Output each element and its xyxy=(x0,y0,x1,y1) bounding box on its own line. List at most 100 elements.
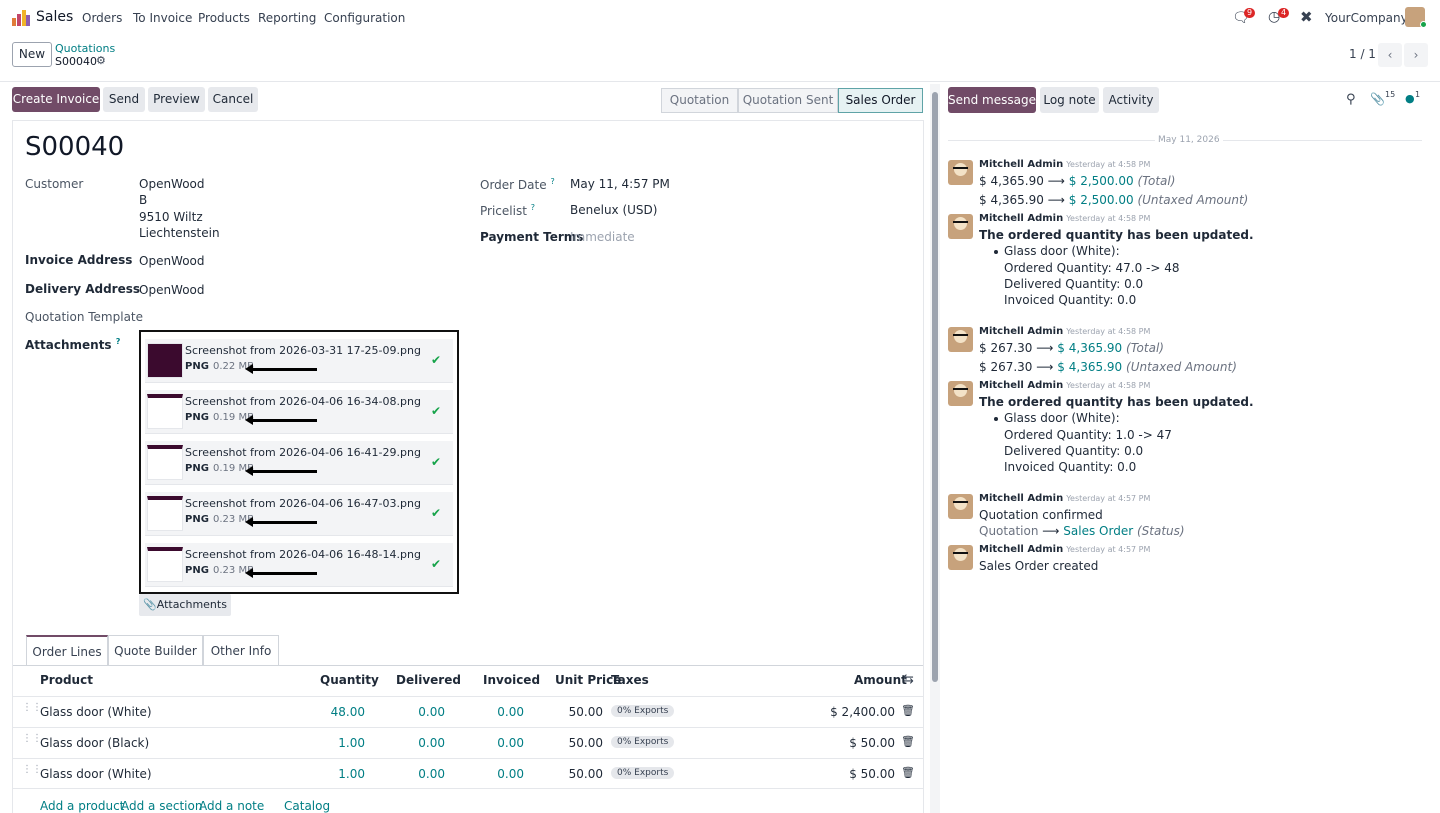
search-icon[interactable]: ⚲ xyxy=(1346,92,1356,107)
menu-to-invoice[interactable]: To Invoice xyxy=(133,11,192,25)
status-sales-order[interactable]: Sales Order xyxy=(838,88,923,113)
drag-handle-icon[interactable]: ⋮⋮ xyxy=(22,765,42,780)
pager-previous-button[interactable]: ‹ xyxy=(1378,43,1402,67)
menu-configuration[interactable]: Configuration xyxy=(324,11,405,25)
paperclip-icon[interactable]: 📎 xyxy=(1370,92,1385,106)
gear-icon[interactable]: ⚙ xyxy=(96,54,106,67)
tab-other-info[interactable]: Other Info xyxy=(203,635,279,665)
delivered-cell[interactable]: 0.00 xyxy=(393,736,445,750)
invoiced-cell[interactable]: 0.00 xyxy=(472,767,524,781)
invoiced-cell[interactable]: 0.00 xyxy=(472,705,524,719)
payment-terms-field[interactable]: Immediate xyxy=(570,230,635,244)
company-switcher[interactable]: YourCompany xyxy=(1325,11,1408,25)
column-header-quantity[interactable]: Quantity xyxy=(320,673,379,687)
unit-price-cell[interactable]: 50.00 xyxy=(551,736,603,750)
table-row[interactable]: ⋮⋮ Glass door (White) 1.00 0.00 0.00 50.… xyxy=(13,758,923,789)
message-author[interactable]: Mitchell Admin Yesterday at 4:58 PM xyxy=(979,213,1150,224)
create-invoice-button[interactable]: Create Invoice xyxy=(12,87,100,112)
unit-price-cell[interactable]: 50.00 xyxy=(551,767,603,781)
column-header-product[interactable]: Product xyxy=(40,673,93,687)
invoiced-cell[interactable]: 0.00 xyxy=(472,736,524,750)
quantity-cell[interactable]: 48.00 xyxy=(313,705,365,719)
trash-icon[interactable]: 🗑 xyxy=(901,704,915,717)
avatar[interactable] xyxy=(948,494,973,519)
send-message-button[interactable]: Send message xyxy=(948,87,1036,113)
drag-handle-icon[interactable]: ⋮⋮ xyxy=(22,734,42,749)
drag-handle-icon[interactable]: ⋮⋮ xyxy=(22,703,42,718)
activity-button[interactable]: Activity xyxy=(1103,87,1159,113)
table-row[interactable]: ⋮⋮ Glass door (White) 48.00 0.00 0.00 50… xyxy=(13,696,923,727)
scrollbar-thumb[interactable] xyxy=(932,92,938,682)
table-row[interactable]: ⋮⋮ Glass door (Black) 1.00 0.00 0.00 50.… xyxy=(13,727,923,758)
message-author[interactable]: Mitchell Admin Yesterday at 4:58 PM xyxy=(979,326,1150,337)
delivered-cell[interactable]: 0.00 xyxy=(393,767,445,781)
tab-quote-builder[interactable]: Quote Builder xyxy=(108,635,203,665)
add-note-link[interactable]: Add a note xyxy=(199,799,264,813)
add-section-link[interactable]: Add a section xyxy=(121,799,202,813)
attachment-item[interactable]: Screenshot from 2026-03-31 17-25-09.png … xyxy=(145,339,453,383)
tax-badge[interactable]: 0% Exports xyxy=(611,767,675,779)
avatar[interactable] xyxy=(948,160,973,185)
attachment-item[interactable]: Screenshot from 2026-04-06 16-41-29.png … xyxy=(145,441,453,485)
help-icon[interactable]: ? xyxy=(550,177,554,186)
product-cell[interactable]: Glass door (Black) xyxy=(40,736,149,750)
trash-icon[interactable]: 🗑 xyxy=(901,735,915,748)
menu-reporting[interactable]: Reporting xyxy=(258,11,316,25)
send-button[interactable]: Send xyxy=(103,87,145,112)
avatar[interactable] xyxy=(948,327,973,352)
avatar[interactable] xyxy=(948,214,973,239)
delivered-cell[interactable]: 0.00 xyxy=(393,705,445,719)
quantity-cell[interactable]: 1.00 xyxy=(313,736,365,750)
delivery-address-field[interactable]: OpenWood xyxy=(139,283,205,297)
tax-badge[interactable]: 0% Exports xyxy=(611,705,675,717)
help-icon[interactable]: ? xyxy=(116,337,121,346)
menu-orders[interactable]: Orders xyxy=(82,11,122,25)
status-quotation[interactable]: Quotation xyxy=(661,88,738,113)
message-author[interactable]: Mitchell Admin Yesterday at 4:57 PM xyxy=(979,493,1150,504)
menu-products[interactable]: Products xyxy=(198,11,250,25)
followers-icon[interactable]: ● xyxy=(1405,92,1415,105)
avatar[interactable] xyxy=(948,381,973,406)
attachment-item[interactable]: Screenshot from 2026-04-06 16-47-03.png … xyxy=(145,492,453,536)
trash-icon[interactable]: 🗑 xyxy=(901,766,915,779)
help-icon[interactable]: ? xyxy=(531,203,535,212)
attachment-item[interactable]: Screenshot from 2026-04-06 16-34-08.png … xyxy=(145,390,453,434)
product-cell[interactable]: Glass door (White) xyxy=(40,767,152,781)
preview-button[interactable]: Preview xyxy=(148,87,205,112)
column-header-delivered[interactable]: Delivered xyxy=(396,673,461,687)
new-button[interactable]: New xyxy=(12,42,52,67)
message-author[interactable]: Mitchell Admin Yesterday at 4:57 PM xyxy=(979,544,1150,555)
image-thumbnail xyxy=(147,547,183,582)
quantity-cell[interactable]: 1.00 xyxy=(313,767,365,781)
customer-link[interactable]: OpenWood xyxy=(139,177,205,191)
attachment-item[interactable]: Screenshot from 2026-04-06 16-48-14.png … xyxy=(145,543,453,587)
tax-badge[interactable]: 0% Exports xyxy=(611,736,675,748)
status-quotation-sent[interactable]: Quotation Sent xyxy=(738,88,838,113)
optional-columns-toggle-icon[interactable]: ⇆ xyxy=(903,672,914,687)
form-scrollbar[interactable] xyxy=(930,84,940,813)
column-header-invoiced[interactable]: Invoiced xyxy=(483,673,540,687)
add-product-link[interactable]: Add a product xyxy=(40,799,124,813)
product-cell[interactable]: Glass door (White) xyxy=(40,705,152,719)
pricelist-field[interactable]: Benelux (USD) xyxy=(570,203,657,217)
column-header-amount[interactable]: Amount xyxy=(854,673,907,687)
attachments-button[interactable]: 📎Attachments xyxy=(139,594,231,616)
catalog-link[interactable]: Catalog xyxy=(284,799,330,813)
debug-tools-icon[interactable]: ✖ xyxy=(1300,8,1313,26)
avatar[interactable] xyxy=(948,545,973,570)
tab-order-lines[interactable]: Order Lines xyxy=(26,635,108,665)
pager-next-button[interactable]: › xyxy=(1404,43,1428,67)
message-author[interactable]: Mitchell Admin Yesterday at 4:58 PM xyxy=(979,380,1150,391)
breadcrumb-quotations[interactable]: Quotations xyxy=(55,42,115,55)
log-note-button[interactable]: Log note xyxy=(1040,87,1099,113)
column-header-taxes[interactable]: Taxes xyxy=(611,673,649,687)
unit-price-cell[interactable]: 50.00 xyxy=(551,705,603,719)
pager-value[interactable]: 1 / 1 xyxy=(1349,47,1376,61)
invoice-address-field[interactable]: OpenWood xyxy=(139,254,205,268)
user-avatar[interactable] xyxy=(1405,7,1427,28)
message-author[interactable]: Mitchell Admin Yesterday at 4:58 PM xyxy=(979,159,1150,170)
order-date-field[interactable]: May 11, 4:57 PM xyxy=(570,177,670,191)
cancel-button[interactable]: Cancel xyxy=(208,87,258,112)
sales-app-icon[interactable] xyxy=(12,9,30,26)
app-name[interactable]: Sales xyxy=(36,9,73,25)
